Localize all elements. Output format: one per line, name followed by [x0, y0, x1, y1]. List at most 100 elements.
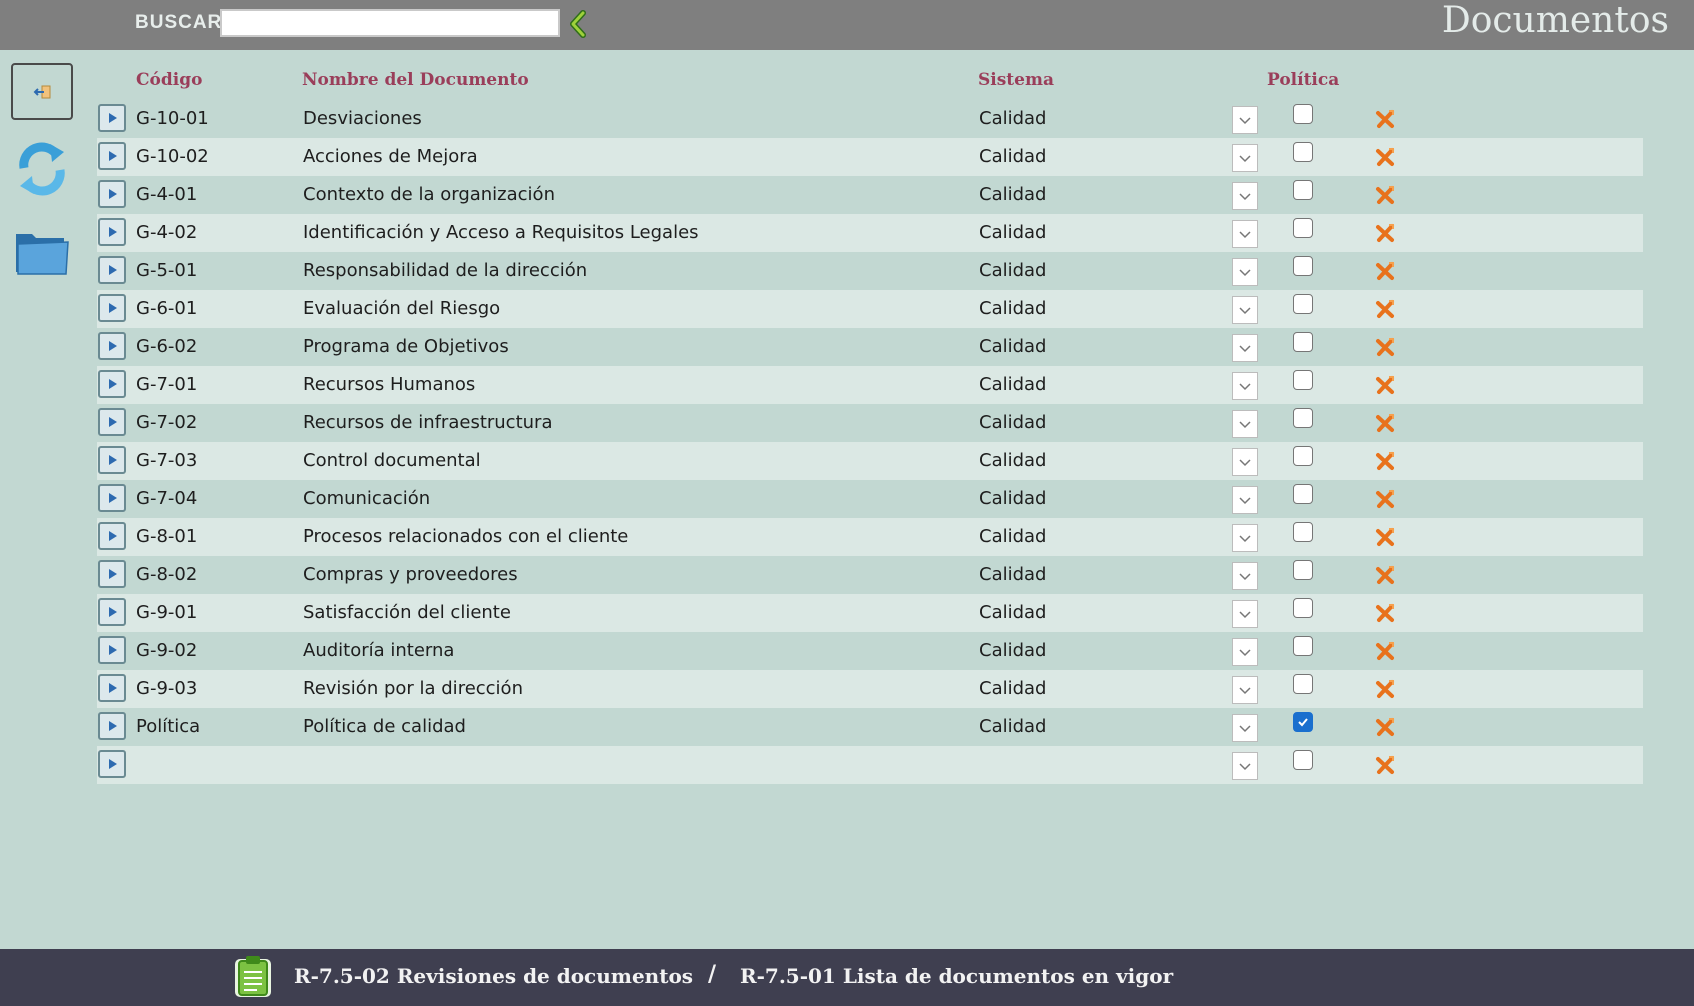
policy-checkbox[interactable]	[1293, 560, 1313, 580]
table-row: G-7-03 Control documental Calidad	[97, 442, 1643, 480]
system-dropdown[interactable]	[1232, 448, 1258, 476]
cell-code: G-7-03	[136, 450, 198, 471]
delete-icon[interactable]	[1375, 299, 1395, 319]
policy-checkbox[interactable]	[1293, 522, 1313, 542]
row-expand-button[interactable]	[98, 256, 126, 284]
policy-checkbox[interactable]	[1293, 142, 1313, 162]
chevron-down-icon	[1239, 231, 1251, 239]
cell-code: G-10-02	[136, 146, 209, 167]
table-row: G-7-01 Recursos Humanos Calidad	[97, 366, 1643, 404]
row-expand-button[interactable]	[98, 560, 126, 588]
policy-checkbox[interactable]	[1293, 636, 1313, 656]
delete-icon[interactable]	[1375, 641, 1395, 661]
system-dropdown[interactable]	[1232, 524, 1258, 552]
cell-code: G-9-01	[136, 602, 198, 623]
policy-checkbox[interactable]	[1293, 712, 1313, 732]
table-row: G-6-01 Evaluación del Riesgo Calidad	[97, 290, 1643, 328]
policy-checkbox[interactable]	[1293, 218, 1313, 238]
table-row: G-4-02 Identificación y Acceso a Requisit…	[97, 214, 1643, 252]
cell-code: G-4-01	[136, 184, 198, 205]
delete-icon[interactable]	[1375, 679, 1395, 699]
delete-icon[interactable]	[1375, 565, 1395, 585]
row-expand-button[interactable]	[98, 180, 126, 208]
row-expand-button[interactable]	[98, 332, 126, 360]
row-expand-button[interactable]	[98, 750, 126, 778]
policy-checkbox[interactable]	[1293, 294, 1313, 314]
system-dropdown[interactable]	[1232, 676, 1258, 704]
footer-link-revisions[interactable]: R-7.5-02 Revisiones de documentos	[294, 964, 693, 988]
row-expand-button[interactable]	[98, 712, 126, 740]
policy-checkbox[interactable]	[1293, 408, 1313, 428]
system-dropdown[interactable]	[1232, 638, 1258, 666]
delete-icon[interactable]	[1375, 489, 1395, 509]
delete-icon[interactable]	[1375, 717, 1395, 737]
cell-name: Evaluación del Riesgo	[303, 298, 501, 319]
cell-code: G-7-01	[136, 374, 198, 395]
cell-name: Revisión por la dirección	[303, 678, 523, 699]
cell-system: Calidad	[979, 184, 1047, 205]
refresh-button[interactable]	[14, 138, 70, 204]
system-dropdown[interactable]	[1232, 410, 1258, 438]
policy-checkbox[interactable]	[1293, 256, 1313, 276]
system-dropdown[interactable]	[1232, 714, 1258, 742]
chevron-down-icon	[1239, 725, 1251, 733]
table-row: G-7-04 Comunicación Calidad	[97, 480, 1643, 518]
policy-checkbox[interactable]	[1293, 446, 1313, 466]
policy-checkbox[interactable]	[1293, 750, 1313, 770]
delete-icon[interactable]	[1375, 375, 1395, 395]
delete-icon[interactable]	[1375, 451, 1395, 471]
row-expand-button[interactable]	[98, 598, 126, 626]
delete-icon[interactable]	[1375, 413, 1395, 433]
cell-code: G-5-01	[136, 260, 198, 281]
delete-icon[interactable]	[1375, 185, 1395, 205]
system-dropdown[interactable]	[1232, 182, 1258, 210]
row-expand-button[interactable]	[98, 636, 126, 664]
search-input[interactable]	[220, 9, 560, 37]
policy-checkbox[interactable]	[1293, 180, 1313, 200]
system-dropdown[interactable]	[1232, 296, 1258, 324]
chevron-left-icon[interactable]	[566, 10, 592, 38]
row-expand-button[interactable]	[98, 142, 126, 170]
row-expand-button[interactable]	[98, 522, 126, 550]
delete-icon[interactable]	[1375, 109, 1395, 129]
system-dropdown[interactable]	[1232, 106, 1258, 134]
row-expand-button[interactable]	[98, 408, 126, 436]
delete-icon[interactable]	[1375, 337, 1395, 357]
back-button[interactable]	[11, 63, 73, 120]
row-expand-button[interactable]	[98, 104, 126, 132]
refresh-icon	[19, 142, 65, 196]
system-dropdown[interactable]	[1232, 600, 1258, 628]
policy-checkbox[interactable]	[1293, 674, 1313, 694]
cell-system: Calidad	[979, 526, 1047, 547]
delete-icon[interactable]	[1375, 603, 1395, 623]
policy-checkbox[interactable]	[1293, 598, 1313, 618]
row-expand-button[interactable]	[98, 446, 126, 474]
policy-checkbox[interactable]	[1293, 484, 1313, 504]
row-expand-button[interactable]	[98, 218, 126, 246]
row-expand-button[interactable]	[98, 484, 126, 512]
delete-icon[interactable]	[1375, 527, 1395, 547]
row-expand-button[interactable]	[98, 370, 126, 398]
chevron-down-icon	[1239, 421, 1251, 429]
system-dropdown[interactable]	[1232, 562, 1258, 590]
folder-button[interactable]	[14, 228, 70, 282]
system-dropdown[interactable]	[1232, 486, 1258, 514]
row-expand-button[interactable]	[98, 294, 126, 322]
delete-icon[interactable]	[1375, 147, 1395, 167]
system-dropdown[interactable]	[1232, 258, 1258, 286]
policy-checkbox[interactable]	[1293, 332, 1313, 352]
table-row: G-10-01 Desviaciones Calidad	[97, 100, 1643, 138]
footer-link-current-documents[interactable]: R-7.5-01 Lista de documentos en vigor	[740, 964, 1173, 988]
system-dropdown[interactable]	[1232, 220, 1258, 248]
system-dropdown[interactable]	[1232, 334, 1258, 362]
system-dropdown[interactable]	[1232, 372, 1258, 400]
delete-icon[interactable]	[1375, 755, 1395, 775]
policy-checkbox[interactable]	[1293, 104, 1313, 124]
delete-icon[interactable]	[1375, 261, 1395, 281]
row-expand-button[interactable]	[98, 674, 126, 702]
policy-checkbox[interactable]	[1293, 370, 1313, 390]
system-dropdown[interactable]	[1232, 752, 1258, 780]
system-dropdown[interactable]	[1232, 144, 1258, 172]
delete-icon[interactable]	[1375, 223, 1395, 243]
cell-code: G-6-01	[136, 298, 198, 319]
